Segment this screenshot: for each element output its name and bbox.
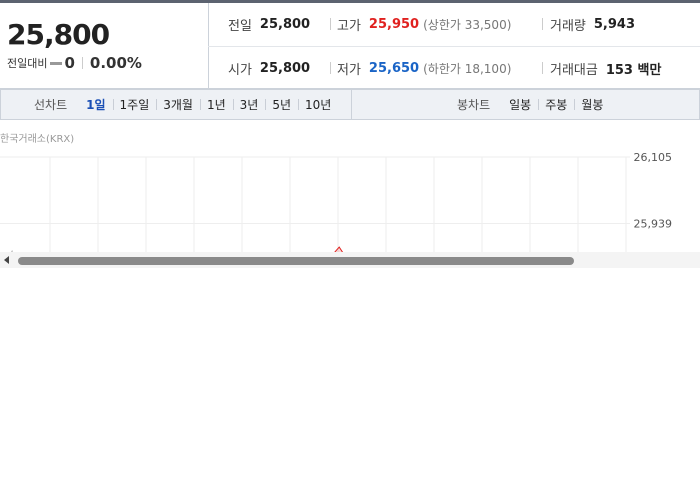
- stat-high: 고가 25,950 (상한가 33,500): [337, 15, 511, 34]
- price-chart: 26,10525,93925,773: [0, 151, 673, 254]
- stat-label: 시가: [228, 63, 252, 78]
- upper-limit: (상한가 33,500): [423, 18, 512, 32]
- tab-3m[interactable]: 3개월: [156, 96, 200, 113]
- current-price: 25,800: [7, 18, 110, 51]
- line-chart-title: 선차트: [34, 98, 68, 112]
- quote-panel: 25,800 전일대비 0 0.00% 전일 25,800 고가 25,950 …: [0, 3, 700, 89]
- change-value: 0: [64, 54, 75, 72]
- stat-prev-close: 전일 25,800: [228, 15, 310, 34]
- stat-value: 5,943: [593, 17, 636, 32]
- stat-value: 25,800: [259, 17, 311, 32]
- lower-limit: (하한가 18,100): [423, 62, 512, 76]
- scroll-thumb[interactable]: [18, 257, 574, 265]
- tab-1w[interactable]: 1주일: [112, 96, 157, 113]
- stat-amount: 거래대금 153 백만: [550, 59, 661, 78]
- stat-label: 저가: [337, 63, 361, 78]
- tab-3y[interactable]: 3년: [232, 96, 266, 113]
- chart-toolbar: 선차트 1일 1주일 3개월 1년 3년 5년 10년 봉차트 일봉 주봉 월봉: [0, 89, 700, 120]
- y-tick-label: 26,105: [634, 151, 673, 164]
- stat-label: 고가: [337, 19, 361, 34]
- stat-divider: [542, 18, 543, 30]
- tab-weekly[interactable]: 주봉: [538, 96, 574, 113]
- flat-change-icon: [50, 61, 63, 65]
- chart-area: 한국거래소(KRX) 26,10525,93925,773: [0, 120, 700, 270]
- stat-divider: [330, 62, 331, 74]
- stat-label: 거래대금: [550, 63, 598, 78]
- stat-value: 25,800: [259, 61, 311, 76]
- y-tick-label: 25,939: [634, 218, 673, 231]
- candle-chart-tabs: 봉차트 일봉 주봉 월봉: [457, 90, 610, 119]
- tab-1d[interactable]: 1일: [79, 96, 112, 113]
- stats-row-divider: [208, 46, 700, 47]
- stat-label: 전일: [228, 19, 252, 34]
- tab-10y[interactable]: 10년: [298, 96, 338, 113]
- tab-daily[interactable]: 일봉: [502, 96, 538, 113]
- stat-value: 25,650: [368, 61, 420, 76]
- tab-1y[interactable]: 1년: [199, 96, 233, 113]
- scroll-left-icon[interactable]: [4, 256, 9, 264]
- stat-open: 시가 25,800: [228, 59, 310, 78]
- stat-value: 153 백만: [605, 63, 662, 78]
- stat-label: 거래량: [550, 19, 586, 34]
- price-box: 25,800 전일대비 0 0.00%: [0, 3, 209, 88]
- change-label: 전일대비: [7, 57, 48, 70]
- change-divider: [81, 57, 83, 69]
- change-percent: 0.00%: [89, 54, 142, 72]
- toolbar-divider: [351, 90, 352, 119]
- change-row: 전일대비 0 0.00%: [7, 54, 142, 72]
- stat-low: 저가 25,650 (하한가 18,100): [337, 59, 511, 78]
- candle-chart-title: 봉차트: [457, 98, 491, 112]
- tab-monthly[interactable]: 월봉: [574, 96, 610, 113]
- stat-divider: [330, 18, 331, 30]
- line-chart-tabs: 선차트 1일 1주일 3개월 1년 3년 5년 10년: [34, 90, 338, 119]
- stat-value: 25,950: [368, 17, 420, 32]
- tab-5y[interactable]: 5년: [265, 96, 298, 113]
- stat-divider: [542, 62, 543, 74]
- stat-volume: 거래량 5,943: [550, 15, 635, 34]
